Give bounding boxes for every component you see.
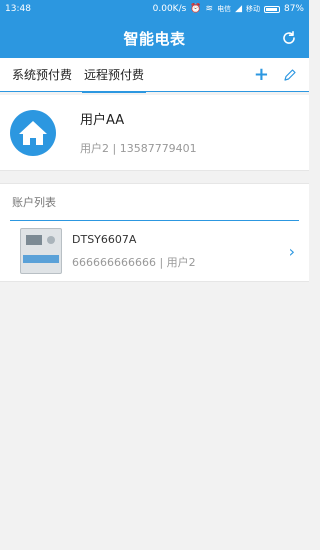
network-speed: 0.00K/s: [152, 4, 187, 14]
meter-info: DTSY6607A 666666666666 | 用户2: [72, 233, 289, 270]
page-title: 智能电表: [123, 29, 186, 48]
plus-icon[interactable]: +: [254, 65, 269, 84]
house-icon: [10, 109, 56, 156]
status-right: 0.00K/s ⏰ ≋ 电信 ◢ 移动 87%: [153, 4, 304, 14]
meter-name: DTSY6607A: [72, 232, 137, 246]
user-card[interactable]: 用户AA 用户2 | 13587779401: [0, 95, 309, 171]
tab-actions: +: [254, 65, 297, 84]
status-time: 13:48: [5, 4, 31, 14]
meter-subtitle: 666666666666 | 用户2: [72, 255, 196, 269]
user-subtitle: 用户2 | 13587779401: [80, 142, 197, 155]
tab-remote-prepay[interactable]: 远程预付费: [82, 58, 147, 93]
pencil-icon[interactable]: [283, 68, 297, 82]
alarm-icon: ⏰: [190, 4, 202, 14]
battery-icon: [263, 5, 280, 13]
tab-system-prepay[interactable]: 系统预付费: [12, 58, 72, 92]
wifi-icon: ≋: [205, 4, 214, 14]
status-bar: 13:48 0.00K/s ⏰ ≋ 电信 ◢ 移动 87%: [0, 0, 309, 18]
list-item[interactable]: DTSY6607A 666666666666 | 用户2 ›: [0, 221, 309, 281]
refresh-icon[interactable]: [281, 30, 297, 46]
carrier-2: 移动: [245, 5, 260, 13]
app-bar: 智能电表: [0, 18, 309, 58]
meter-image: [20, 228, 62, 274]
account-list-card: 账户列表 DTSY6607A 666666666666 | 用户2 ›: [0, 183, 309, 282]
user-info: 用户AA 用户2 | 13587779401: [80, 109, 197, 156]
signal-icon: ◢: [235, 4, 242, 14]
chevron-right-icon[interactable]: ›: [289, 242, 295, 261]
account-list-header: 账户列表: [10, 184, 299, 221]
carrier-1: 电信: [217, 5, 232, 13]
tab-bar: 系统预付费 远程预付费 +: [0, 58, 309, 93]
battery-level: 87%: [283, 4, 304, 14]
user-name: 用户AA: [80, 113, 125, 128]
